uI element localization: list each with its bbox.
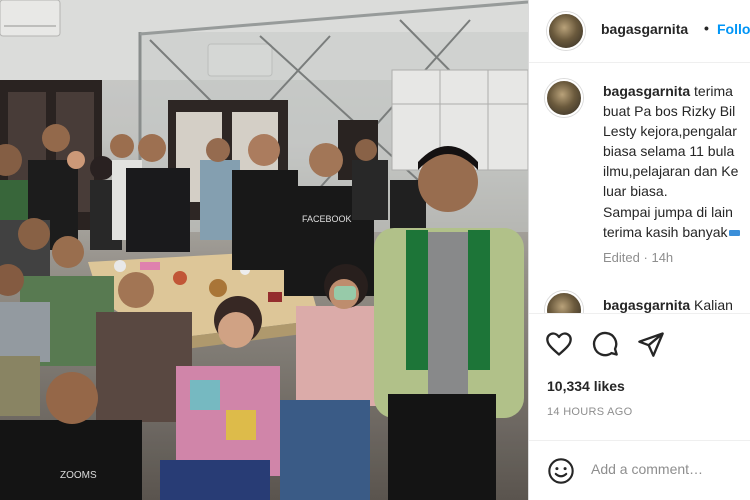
post-timestamp[interactable]: 14 HOURS AGO: [547, 406, 633, 418]
post-header: bagasgarnita • Follo: [529, 0, 750, 63]
caption-text-7: terima kasih banyak: [603, 224, 728, 240]
caption-line: buat Pa bos Rizky Bil: [603, 103, 736, 119]
edited-label: Edited: [603, 250, 640, 265]
caption-line: Lesty kejora,pengalar: [603, 123, 737, 139]
caption-avatar[interactable]: [545, 79, 583, 117]
comment-input[interactable]: Add a comment…: [591, 461, 703, 477]
smiley-icon[interactable]: [547, 457, 575, 485]
group-photo-illustration: FACEBOOK ZOOMS: [0, 0, 528, 500]
comment-username[interactable]: bagasgarnita: [603, 297, 690, 313]
follow-button[interactable]: Follo: [717, 21, 750, 37]
comment-text: Kalian: [694, 297, 733, 313]
edited-time[interactable]: 14h: [651, 250, 673, 265]
caption-line: ilmu,pelajaran dan Ke: [603, 163, 739, 179]
comment-icon[interactable]: [591, 330, 619, 358]
comment-bar: Add a comment…: [529, 440, 750, 500]
second-comment: bagasgarnita Kalian: [603, 296, 733, 313]
caption-line: terima kasih banyak: [603, 223, 740, 241]
edited-separator: ·: [643, 250, 648, 265]
likes-count[interactable]: 10,334 likes: [547, 378, 625, 394]
edited-indicator: Edited · 14h: [603, 250, 673, 265]
wave-emoji-icon: [728, 230, 740, 237]
caption-text-0: terima: [694, 83, 733, 99]
post-actions: [529, 320, 750, 360]
post-photo[interactable]: FACEBOOK ZOOMS: [0, 0, 528, 500]
caption-line: bagasgarnita terima: [603, 82, 733, 100]
post-side-panel: bagasgarnita • Follo bagasgarnita terima…: [528, 0, 750, 500]
caption-line: Sampai jumpa di lain: [603, 204, 733, 220]
caption-line: luar biasa.: [603, 183, 668, 199]
author-username[interactable]: bagasgarnita: [601, 21, 688, 37]
comments-section[interactable]: bagasgarnita terima buat Pa bos Rizky Bi…: [529, 63, 750, 314]
heart-icon[interactable]: [545, 330, 573, 358]
caption-username[interactable]: bagasgarnita: [603, 83, 690, 99]
paper-plane-icon[interactable]: [637, 330, 665, 358]
caption-line: biasa selama 11 bula: [603, 143, 735, 159]
comment-avatar[interactable]: [545, 291, 583, 313]
author-avatar[interactable]: [547, 12, 585, 50]
header-separator: •: [704, 20, 709, 36]
